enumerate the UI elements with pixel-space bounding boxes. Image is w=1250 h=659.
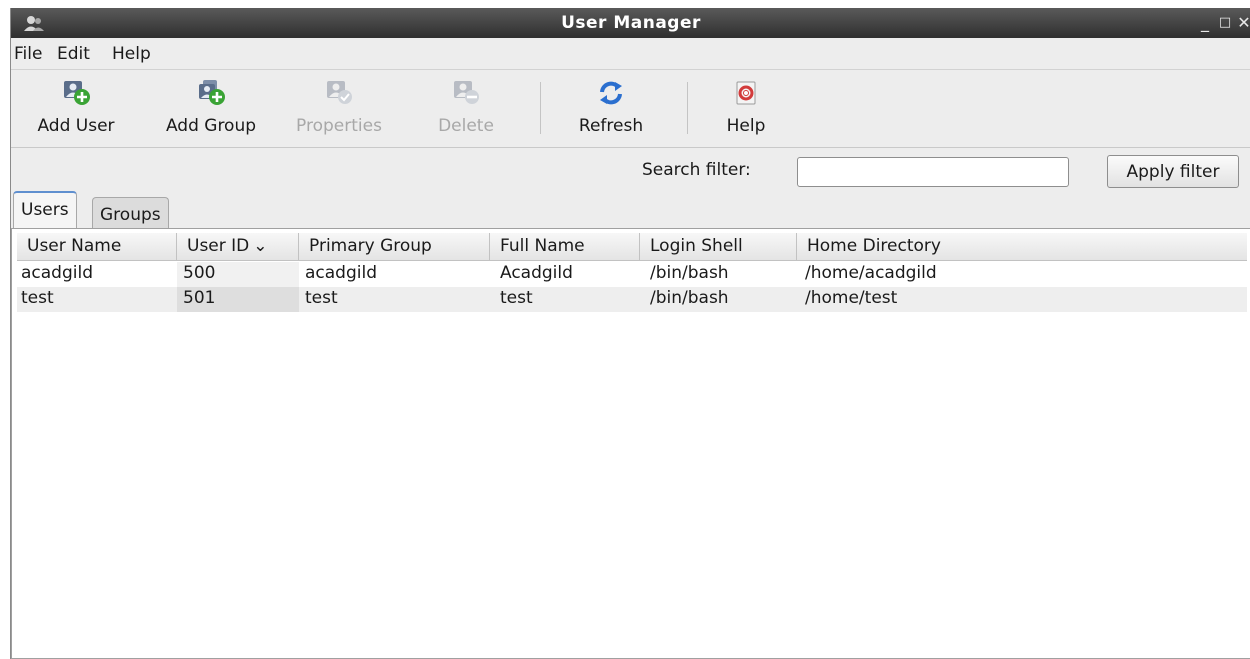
- menu-help[interactable]: Help: [112, 44, 151, 64]
- search-filter-label: Search filter:: [642, 160, 751, 180]
- properties-label: Properties: [296, 116, 382, 136]
- table-row[interactable]: test 501 test test /bin/bash /home/test: [17, 287, 1247, 312]
- column-header-home-directory[interactable]: Home Directory: [797, 233, 1247, 261]
- delete-label: Delete: [438, 116, 494, 136]
- delete-button[interactable]: Delete: [421, 74, 511, 140]
- search-filter-input[interactable]: [797, 157, 1069, 187]
- cell-user-name: acadgild: [21, 263, 94, 283]
- cell-login-shell: /bin/bash: [650, 263, 729, 283]
- window-title: User Manager: [561, 13, 701, 33]
- add-group-button[interactable]: Add Group: [151, 74, 271, 140]
- users-table-panel: User Name User ID ⌄ Primary Group Full Na…: [11, 228, 1250, 659]
- properties-icon: [327, 81, 352, 104]
- menu-edit[interactable]: Edit: [57, 44, 90, 64]
- cell-home-directory: /home/test: [805, 288, 898, 308]
- table-row[interactable]: acadgild 500 acadgild Acadgild /bin/bash…: [17, 262, 1247, 287]
- toolbar: Add User Add Group Properties Delete Ref…: [11, 70, 1250, 148]
- cell-primary-group: acadgild: [305, 263, 378, 283]
- filter-bar: Search filter: Apply filter: [11, 148, 1250, 192]
- add-group-label: Add Group: [165, 116, 257, 136]
- refresh-label: Refresh: [578, 116, 644, 136]
- cell-user-id: 500: [177, 262, 299, 287]
- column-header-user-id[interactable]: User ID ⌄: [177, 233, 299, 261]
- tab-bar: Groups Users: [11, 191, 1250, 229]
- help-button[interactable]: Help: [701, 74, 791, 140]
- tab-users[interactable]: Users: [13, 191, 77, 229]
- add-user-button[interactable]: Add User: [21, 74, 131, 140]
- cell-login-shell: /bin/bash: [650, 288, 729, 308]
- column-header-login-shell[interactable]: Login Shell: [640, 233, 797, 261]
- refresh-icon: [600, 81, 622, 105]
- apply-filter-button[interactable]: Apply filter: [1107, 155, 1239, 188]
- table-header: User Name User ID ⌄ Primary Group Full Na…: [17, 233, 1247, 261]
- user-manager-window: User Manager _ □ ✕ File Edit Help Add Us…: [10, 8, 1250, 659]
- column-header-full-name[interactable]: Full Name: [490, 233, 640, 261]
- cell-full-name: Acadgild: [500, 263, 573, 283]
- help-lifebuoy-icon: [736, 81, 756, 105]
- column-header-user-name[interactable]: User Name: [17, 233, 177, 261]
- add-user-icon: [64, 81, 90, 105]
- toolbar-separator: [540, 82, 541, 134]
- menu-bar: File Edit Help: [11, 38, 1250, 70]
- minimize-button[interactable]: _: [1194, 12, 1216, 34]
- add-group-icon: [199, 80, 225, 105]
- refresh-button[interactable]: Refresh: [566, 74, 656, 140]
- tab-groups[interactable]: Groups: [92, 197, 169, 229]
- cell-full-name: test: [500, 288, 533, 308]
- menu-file[interactable]: File: [14, 44, 42, 64]
- help-label: Help: [726, 116, 766, 136]
- cell-user-id: 501: [177, 287, 299, 312]
- toolbar-separator: [687, 82, 688, 134]
- sort-descending-icon: ⌄: [253, 236, 268, 256]
- properties-button[interactable]: Properties: [279, 74, 399, 140]
- cell-home-directory: /home/acadgild: [805, 263, 937, 283]
- cell-user-name: test: [21, 288, 54, 308]
- title-bar[interactable]: User Manager _ □ ✕: [11, 8, 1250, 38]
- delete-icon: [454, 81, 479, 104]
- column-header-primary-group[interactable]: Primary Group: [299, 233, 490, 261]
- cell-primary-group: test: [305, 288, 338, 308]
- add-user-label: Add User: [37, 116, 115, 136]
- close-button[interactable]: ✕: [1233, 12, 1250, 34]
